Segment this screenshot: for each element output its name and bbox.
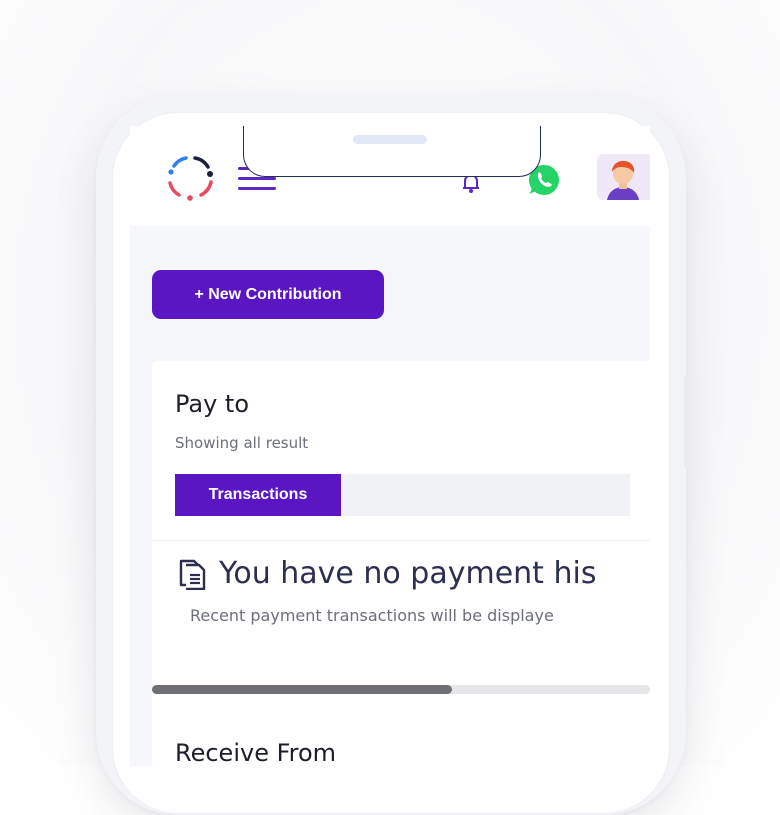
- phone-notch: [243, 126, 541, 177]
- circular-dots-logo-icon[interactable]: [165, 152, 215, 202]
- showing-results-text: Showing all result: [175, 434, 309, 452]
- phone-speaker: [353, 135, 427, 144]
- main-content: + New Contribution Pay to Showing all re…: [130, 226, 650, 766]
- phone-side-button: [92, 428, 96, 490]
- horizontal-scrollbar[interactable]: [152, 685, 650, 694]
- new-contribution-button[interactable]: + New Contribution: [152, 270, 384, 319]
- app-screen: + New Contribution Pay to Showing all re…: [130, 126, 650, 766]
- phone-side-button: [684, 375, 688, 467]
- user-avatar-icon: [607, 160, 639, 200]
- pay-to-card: Pay to Showing all result Transactions Y…: [152, 361, 650, 766]
- receive-from-title: Receive From: [175, 739, 337, 766]
- scrollbar-thumb[interactable]: [152, 685, 452, 694]
- empty-state-title: You have no payment his: [219, 556, 597, 591]
- receive-from-card: Receive From: [152, 713, 650, 766]
- phone-side-button: [92, 258, 96, 300]
- user-avatar[interactable]: [597, 154, 650, 200]
- tab-transactions[interactable]: Transactions: [175, 474, 341, 516]
- tab-bar: Transactions: [175, 474, 630, 516]
- phone-side-button: [92, 345, 96, 407]
- empty-state-message: Recent payment transactions will be disp…: [190, 606, 554, 625]
- divider: [152, 540, 650, 541]
- document-icon: [179, 559, 206, 590]
- pay-to-title: Pay to: [175, 390, 250, 418]
